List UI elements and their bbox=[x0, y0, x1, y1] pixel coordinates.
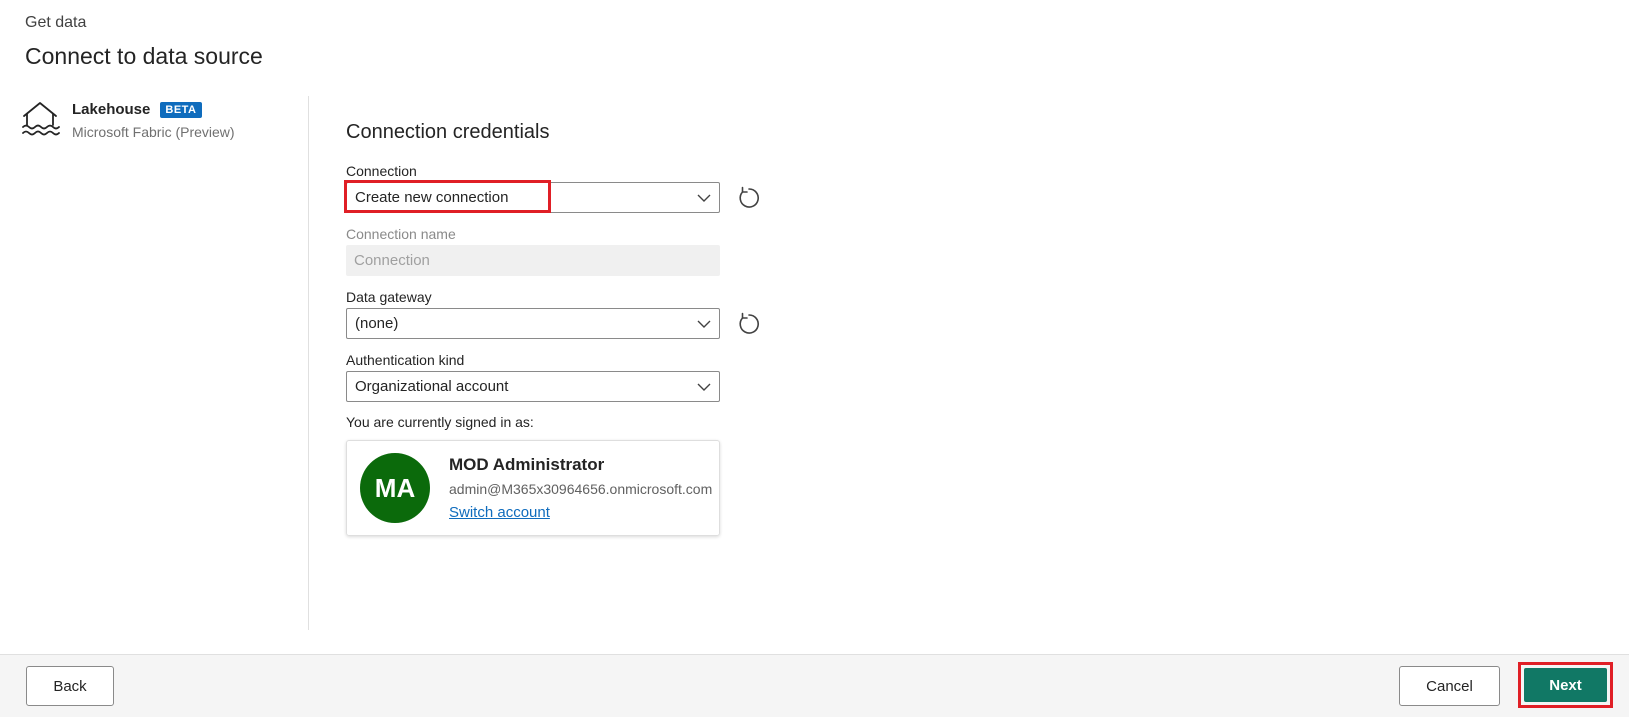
account-card: MA MOD Administrator admin@M365x30964656… bbox=[346, 440, 720, 536]
source-subtitle: Microsoft Fabric (Preview) bbox=[72, 124, 235, 140]
cancel-button[interactable]: Cancel bbox=[1399, 666, 1500, 706]
auth-kind-value: Organizational account bbox=[355, 378, 509, 395]
data-gateway-dropdown[interactable]: (none) bbox=[346, 308, 720, 339]
footer-bar: Back Cancel Next bbox=[0, 654, 1629, 717]
section-title: Connection credentials bbox=[346, 121, 550, 143]
source-name: Lakehouse bbox=[72, 101, 151, 118]
vertical-divider bbox=[308, 96, 309, 630]
connection-name-label: Connection name bbox=[346, 226, 456, 242]
account-name: MOD Administrator bbox=[449, 454, 605, 474]
connection-value: Create new connection bbox=[355, 189, 509, 206]
back-button[interactable]: Back bbox=[26, 666, 114, 706]
source-name-row: Lakehouse BETA bbox=[72, 100, 235, 120]
lakehouse-icon bbox=[22, 102, 60, 136]
connection-credentials-form: Connection credentials Connection Create… bbox=[344, 119, 766, 536]
account-email: admin@M365x30964656.onmicrosoft.com bbox=[449, 480, 713, 497]
data-gateway-value: (none) bbox=[355, 315, 399, 332]
data-gateway-label: Data gateway bbox=[346, 289, 432, 305]
chevron-down-icon bbox=[697, 383, 711, 391]
avatar: MA bbox=[360, 453, 430, 523]
page-title: Connect to data source bbox=[25, 43, 263, 69]
auth-kind-label: Authentication kind bbox=[346, 352, 465, 368]
auth-kind-dropdown[interactable]: Organizational account bbox=[346, 371, 720, 402]
refresh-gateway-icon[interactable] bbox=[736, 311, 762, 337]
switch-account-link[interactable]: Switch account bbox=[449, 504, 550, 521]
beta-badge: BETA bbox=[160, 102, 202, 118]
chevron-down-icon bbox=[697, 320, 711, 328]
next-button[interactable]: Next bbox=[1524, 668, 1607, 702]
refresh-connection-icon[interactable] bbox=[736, 185, 762, 211]
signed-in-label: You are currently signed in as: bbox=[346, 414, 534, 430]
chevron-down-icon bbox=[697, 194, 711, 202]
data-source-summary: Lakehouse BETA Microsoft Fabric (Preview… bbox=[20, 98, 235, 140]
header: Get data Connect to data source bbox=[25, 12, 263, 71]
connection-label: Connection bbox=[346, 163, 417, 179]
breadcrumb: Get data bbox=[25, 14, 87, 31]
next-button-highlight: Next bbox=[1518, 662, 1613, 708]
connection-name-placeholder: Connection bbox=[354, 252, 430, 269]
connection-name-input: Connection bbox=[346, 245, 720, 276]
connection-dropdown[interactable]: Create new connection bbox=[344, 180, 720, 213]
